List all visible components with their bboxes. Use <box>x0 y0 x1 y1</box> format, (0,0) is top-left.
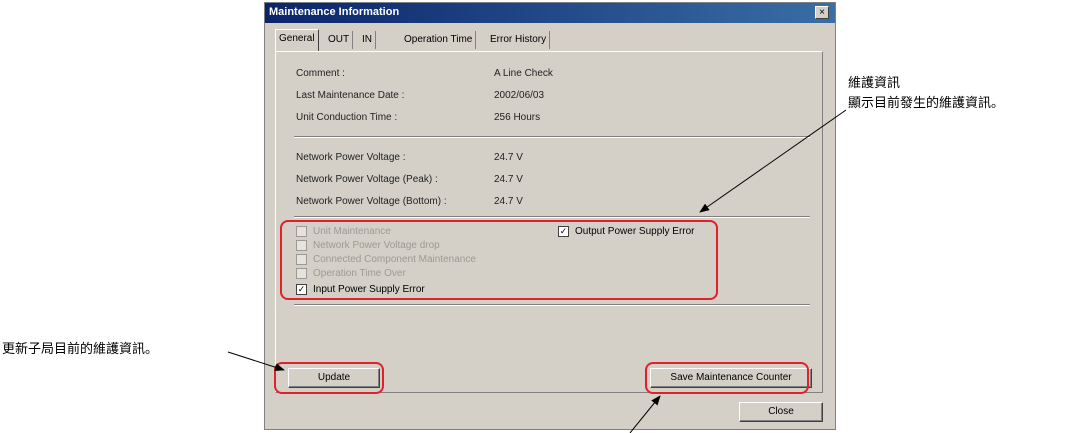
arrow-to-save-counter-button <box>629 395 661 433</box>
annotation-arrows <box>227 109 847 433</box>
arrow-to-update-button <box>227 351 285 372</box>
arrow-to-maintenance-info <box>699 109 847 213</box>
